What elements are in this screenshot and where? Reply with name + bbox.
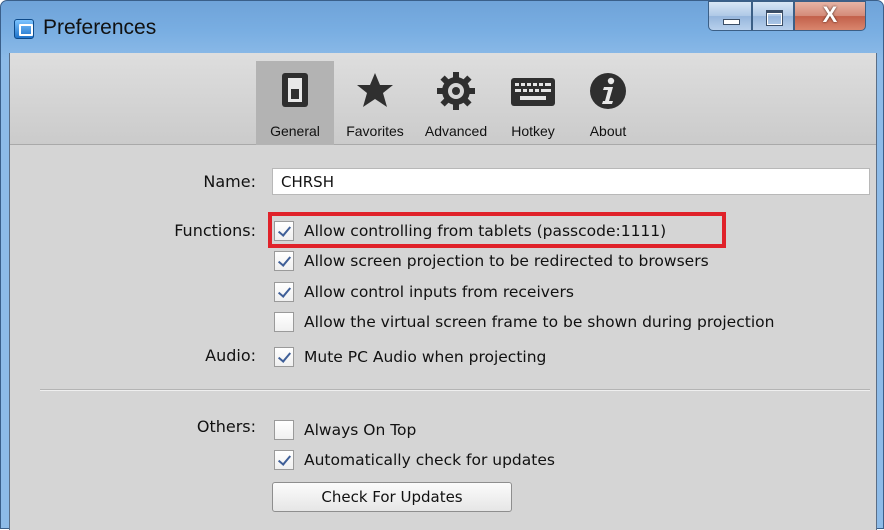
checkbox-box[interactable] <box>274 282 294 302</box>
preferences-window: Preferences X General Favorites Advanced… <box>0 0 884 530</box>
checkbox-box[interactable] <box>274 251 294 271</box>
title-bar[interactable]: Preferences X <box>1 1 884 53</box>
checkbox-label: Automatically check for updates <box>304 451 555 469</box>
check-for-updates-button[interactable]: Check For Updates <box>272 482 512 512</box>
tab-advanced-label: Advanced <box>424 123 488 139</box>
checkbox-box[interactable] <box>274 312 294 332</box>
name-label: Name: <box>203 172 256 191</box>
audio-label: Audio: <box>205 346 256 365</box>
checkbox-box[interactable] <box>274 420 294 440</box>
switch-icon <box>282 73 308 107</box>
star-icon <box>357 73 393 107</box>
checkbox-box[interactable] <box>274 347 294 367</box>
checkbox-label: Mute PC Audio when projecting <box>304 348 547 366</box>
checkbox-label: Always On Top <box>304 421 417 439</box>
tab-general-label: General <box>270 123 320 139</box>
minimize-button[interactable] <box>708 1 752 31</box>
preferences-toolbar: General Favorites Advanced Hotkey About <box>10 53 876 145</box>
maximize-button[interactable] <box>752 1 794 31</box>
tab-about[interactable]: About <box>576 61 640 145</box>
tab-favorites[interactable]: Favorites <box>338 61 412 145</box>
checkbox-label: Allow control inputs from receivers <box>304 283 574 301</box>
checkbox-label: Allow screen projection to be redirected… <box>304 252 709 270</box>
functions-label: Functions: <box>174 221 256 240</box>
tab-hotkey-label: Hotkey <box>511 123 555 139</box>
app-icon <box>14 19 34 39</box>
close-button[interactable]: X <box>794 1 866 31</box>
checkbox-label: Allow the virtual screen frame to be sho… <box>304 313 775 331</box>
tab-advanced[interactable]: Advanced <box>414 61 498 145</box>
tab-hotkey[interactable]: Hotkey <box>502 61 564 145</box>
section-divider <box>40 389 870 391</box>
gear-icon <box>437 72 475 110</box>
keyboard-icon <box>511 78 555 106</box>
others-label: Others: <box>196 417 256 436</box>
preferences-panel: General Favorites Advanced Hotkey About … <box>9 53 877 530</box>
tab-general[interactable]: General <box>256 61 334 145</box>
name-field[interactable]: CHRSH <box>272 168 870 195</box>
info-icon <box>590 73 626 109</box>
window-title: Preferences <box>43 16 157 39</box>
tab-favorites-label: Favorites <box>346 123 404 139</box>
checkbox-box[interactable] <box>274 450 294 470</box>
highlight-box <box>268 212 726 248</box>
tab-about-label: About <box>589 123 627 139</box>
